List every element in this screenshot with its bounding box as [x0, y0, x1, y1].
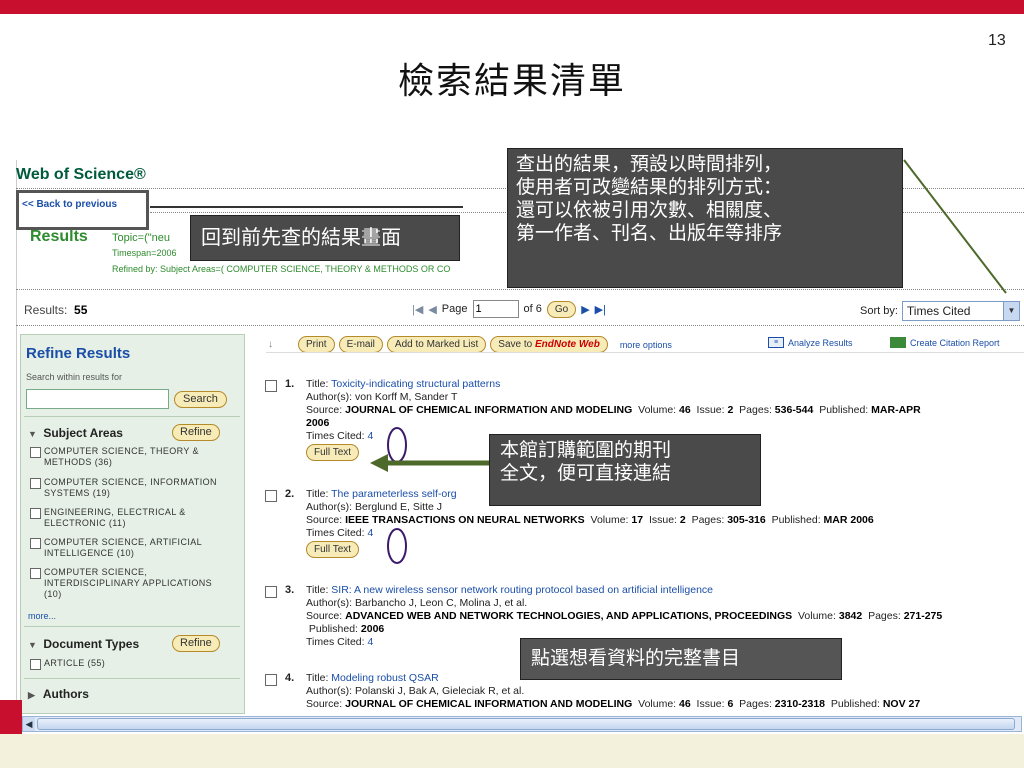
fulltext-arrow-head: [370, 454, 388, 472]
fulltext-callout-line-1: 本館訂購範圍的期刊: [500, 440, 672, 461]
sort-callout-line: [903, 159, 1007, 294]
back-callout: 回到前先查的結果畫面: [190, 215, 460, 261]
scroll-left-icon[interactable]: ◀: [23, 717, 35, 731]
slide-side-accent: [0, 700, 22, 734]
scroll-thumb[interactable]: [37, 718, 1015, 730]
fulltext-callout: 本館訂購範圍的期刊 全文，便可直接連結: [489, 434, 761, 506]
record-callout: 點選想看資料的完整書目: [520, 638, 842, 680]
sort-callout-line-1: 查出的結果，預設以時間排列，: [516, 154, 783, 175]
cited-highlight-circle: [387, 528, 407, 564]
sort-callout-line-2: 使用者可改變結果的排列方式：: [516, 177, 783, 198]
sort-callout-line-4: 第一作者、刊名、出版年等排序: [516, 223, 783, 244]
annotation-overlay: [150, 159, 1007, 564]
fulltext-callout-line-2: 全文，便可直接連結: [500, 463, 672, 484]
cited-highlight-circle: [387, 427, 407, 463]
slide-footer: [0, 734, 1024, 768]
horizontal-scrollbar[interactable]: ◀: [22, 716, 1022, 732]
sort-callout-line-3: 還可以依被引用次數、相關度、: [516, 200, 783, 221]
sort-callout: 查出的結果，預設以時間排列， 使用者可改變結果的排列方式： 還可以依被引用次數、…: [507, 148, 903, 288]
